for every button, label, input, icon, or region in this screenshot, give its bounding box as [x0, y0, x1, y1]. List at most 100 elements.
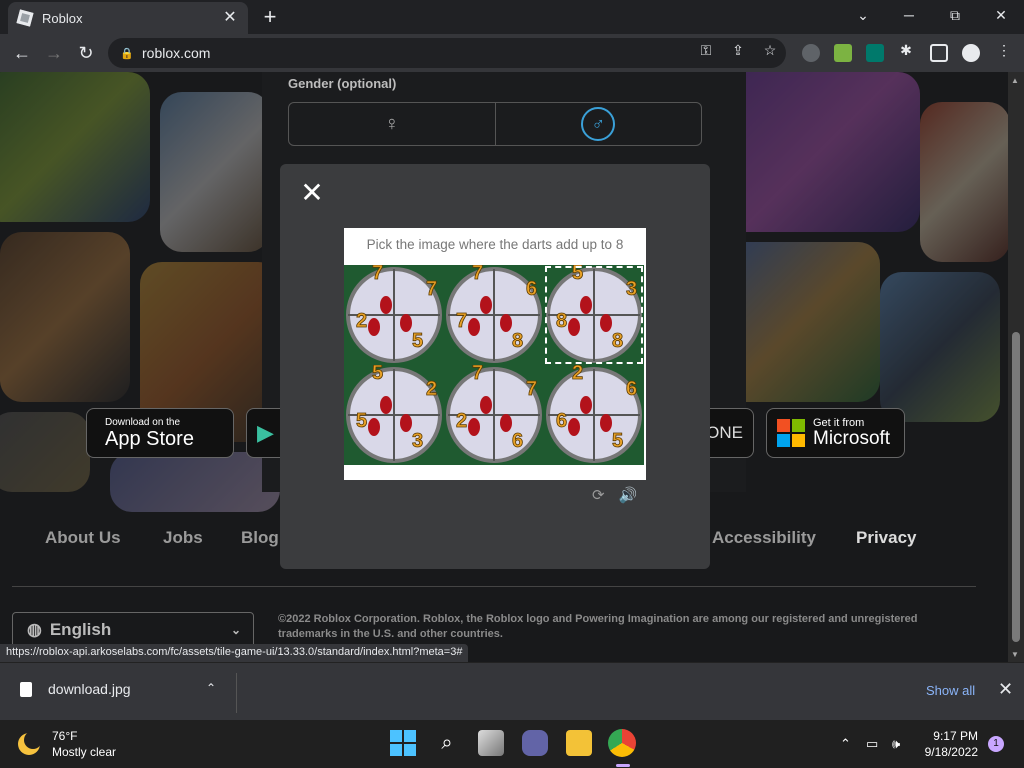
dart-score-number: 2 — [356, 310, 367, 332]
microsoft-main-label: Microsoft — [813, 428, 891, 449]
weather-condition: Mostly clear — [52, 745, 117, 759]
clock-time: 9:17 PM — [933, 729, 978, 743]
dart-score-number: 2 — [572, 365, 583, 384]
dart-score-number: 3 — [626, 278, 637, 300]
footer-link-accessibility[interactable]: Accessibility — [712, 528, 816, 548]
captcha-tile[interactable]: 7 6 7 8 — [444, 265, 544, 365]
close-icon[interactable]: ✕ — [300, 179, 324, 207]
file-explorer-icon[interactable] — [566, 730, 592, 756]
scrollbar-thumb[interactable] — [1012, 332, 1020, 642]
file-icon — [20, 681, 32, 697]
back-arrow-icon[interactable]: ← — [8, 40, 36, 66]
chrome-active-indicator — [616, 764, 630, 767]
tab-search-chevron-icon[interactable]: ⌄ — [840, 0, 886, 30]
scroll-down-icon[interactable]: ▼ — [1011, 650, 1019, 659]
chrome-icon[interactable] — [608, 729, 636, 757]
dart-score-number: 7 — [472, 365, 483, 384]
tray-chevron-up-icon[interactable]: ⌃ — [840, 736, 851, 752]
minimize-button[interactable]: ─ — [886, 0, 932, 30]
temperature: 76°F — [52, 729, 78, 743]
dart-score-number: 7 — [372, 265, 383, 284]
chevron-down-icon: ⌄ — [230, 623, 241, 637]
xbox-label: ONE — [706, 423, 743, 442]
xbox-button[interactable]: ONE — [706, 408, 754, 458]
microsoft-store-button[interactable]: Get it from Microsoft — [766, 408, 905, 458]
footer-link-jobs[interactable]: Jobs — [163, 528, 203, 548]
windows-start-icon[interactable] — [390, 730, 416, 756]
extension-terminal-icon[interactable] — [866, 44, 884, 62]
menu-dots-icon[interactable]: ⋮ — [994, 40, 1014, 60]
page-scrollbar[interactable]: ▲ ▼ — [1008, 72, 1024, 662]
footer-link-about-us[interactable]: About Us — [45, 528, 121, 548]
bookmark-star-icon[interactable]: ☆ — [760, 40, 780, 60]
extension-image-icon[interactable] — [834, 44, 852, 62]
dart-score-number: 5 — [612, 430, 623, 452]
download-item[interactable]: download.jpg — [20, 681, 131, 697]
dart-score-number: 8 — [512, 330, 523, 352]
dart-mark — [500, 414, 512, 432]
show-all-button[interactable]: Show all — [926, 683, 975, 698]
dartboard-image: 2 6 6 5 — [546, 365, 642, 463]
captcha-tile[interactable]: 7 7 2 5 — [344, 265, 444, 365]
dart-mark — [380, 296, 392, 314]
gender-male-button[interactable]: ♂ — [494, 103, 702, 145]
captcha-tile[interactable]: 2 6 6 5 — [544, 365, 644, 465]
dart-mark — [368, 318, 380, 336]
volume-icon[interactable]: 🕪 — [892, 736, 900, 752]
captcha-modal: ✕ Pick the image where the darts add up … — [280, 164, 710, 569]
male-icon: ♂ — [581, 107, 616, 141]
footer-link-blog[interactable]: Blog — [241, 528, 279, 548]
clock[interactable]: 9:17 PM 9/18/2022 — [918, 728, 978, 760]
captcha-reload-icon[interactable]: ⟳ — [592, 487, 605, 504]
extension-globe-icon[interactable] — [802, 44, 820, 62]
microsoft-logo-icon — [777, 419, 805, 447]
lock-icon: 🔒 — [120, 48, 134, 60]
dart-score-number: 7 — [472, 265, 483, 284]
share-icon[interactable]: ⇪ — [728, 40, 748, 60]
dartboard-image: 7 7 2 6 — [446, 365, 542, 463]
tab-close-icon[interactable]: ✕ — [222, 10, 238, 26]
dart-mark — [600, 414, 612, 432]
network-icon[interactable]: ▭ — [866, 736, 878, 752]
dart-score-number: 6 — [526, 278, 537, 300]
gender-label: Gender (optional) — [288, 76, 397, 91]
restore-button[interactable]: ⧉ — [932, 0, 978, 30]
tab-title: Roblox — [42, 10, 83, 26]
gender-selector: ♀ ♂ — [288, 102, 702, 146]
close-window-button[interactable]: ✕ — [978, 0, 1024, 30]
search-icon[interactable]: ⌕ — [434, 730, 460, 756]
dart-score-number: 3 — [412, 430, 423, 452]
google-play-button[interactable]: ▶ — [246, 408, 280, 458]
footer-divider — [12, 586, 976, 587]
side-panel-icon[interactable] — [930, 44, 948, 62]
tab-roblox[interactable]: Roblox ✕ — [8, 2, 248, 34]
dart-score-number: 6 — [556, 410, 567, 432]
profile-icon[interactable] — [962, 44, 980, 62]
task-view-icon[interactable] — [478, 730, 504, 756]
forward-arrow-icon[interactable]: → — [40, 40, 68, 66]
captcha-audio-icon[interactable]: 🔊 — [619, 487, 638, 504]
captcha-tile[interactable]: 5 2 5 3 — [344, 365, 444, 465]
captcha-tile[interactable]: 5 3 8 8 — [544, 265, 644, 365]
dart-score-number: 8 — [556, 310, 567, 332]
download-bar-close-icon[interactable]: ✕ — [998, 679, 1013, 700]
scroll-up-icon[interactable]: ▲ — [1011, 76, 1019, 85]
teams-chat-icon[interactable] — [522, 730, 548, 756]
key-icon[interactable]: ⚿ — [696, 40, 716, 60]
new-tab-button[interactable]: + — [258, 6, 282, 30]
extensions-puzzle-icon[interactable]: ✱ — [896, 40, 916, 60]
address-bar[interactable]: 🔒 roblox.com — [108, 38, 786, 68]
app-store-main-label: App Store — [105, 427, 194, 450]
captcha-tile[interactable]: 7 7 2 6 — [444, 365, 544, 465]
dart-score-number: 5 — [572, 265, 583, 284]
google-play-icon: ▶ — [257, 420, 274, 445]
gender-female-button[interactable]: ♀ — [289, 103, 495, 145]
reload-icon[interactable]: ↻ — [72, 40, 100, 66]
weather-widget[interactable]: 76°F Mostly clear — [18, 728, 116, 760]
screen: Roblox ✕ + ⌄ ─ ⧉ ✕ ← → ↻ 🔒 roblox.com ⚿ … — [0, 0, 1024, 768]
app-store-button[interactable]: Download on the App Store — [86, 408, 234, 458]
language-select[interactable]: ◍ English ⌄ — [12, 612, 254, 648]
footer-link-privacy[interactable]: Privacy — [856, 528, 917, 548]
download-options-chevron-icon[interactable]: ⌃ — [206, 681, 216, 695]
notification-badge[interactable]: 1 — [988, 736, 1004, 752]
